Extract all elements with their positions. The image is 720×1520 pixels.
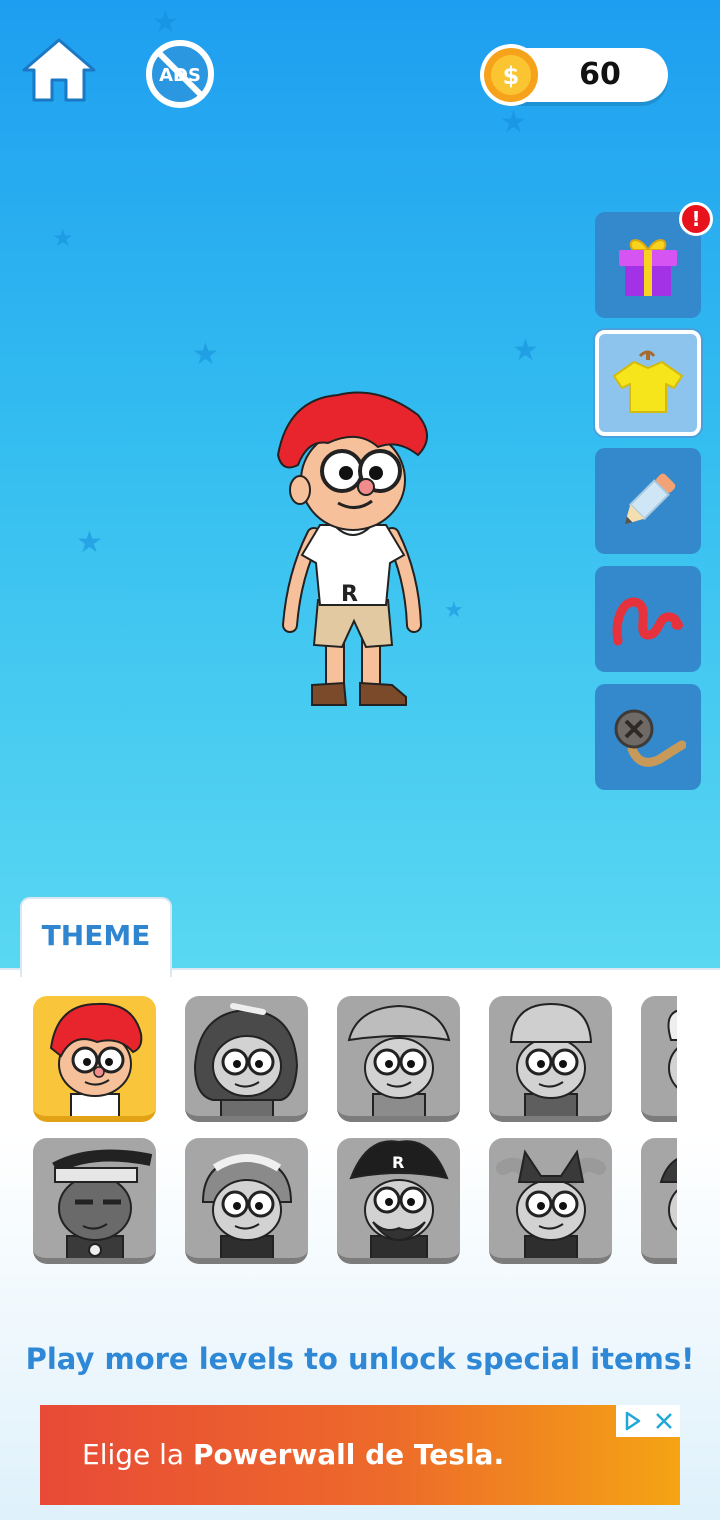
close-icon[interactable]: [648, 1405, 680, 1437]
shirt-icon: [613, 350, 683, 413]
coin-icon: $: [480, 44, 542, 106]
adchoices-icon[interactable]: [616, 1405, 648, 1437]
player-character: R: [276, 391, 428, 706]
pencil-button[interactable]: [595, 448, 701, 554]
avatar: [201, 1154, 293, 1258]
avatar: [659, 1158, 677, 1231]
ad-text-bold: Powerwall de Tesla.: [193, 1438, 505, 1471]
theme-item-maid[interactable]: [185, 1138, 308, 1264]
home-button[interactable]: [20, 34, 98, 106]
home-icon: [22, 38, 96, 102]
ad-text-prefix: Elige la: [82, 1438, 193, 1471]
avatar: [496, 1149, 606, 1258]
avatar: [667, 1009, 677, 1089]
theme-item-cat-girl[interactable]: [489, 1138, 612, 1264]
rope-icon: [614, 709, 686, 767]
tab-theme[interactable]: THEME: [20, 897, 172, 977]
ad-banner[interactable]: Elige la Powerwall de Tesla.: [40, 1405, 680, 1505]
pirate-hat-letter: R: [392, 1153, 404, 1172]
line-button[interactable]: [595, 566, 701, 672]
unlock-hint-text: Play more levels to unlock special items…: [25, 1342, 695, 1376]
star-decoration: ★: [52, 224, 74, 252]
coin-count: 60: [579, 57, 621, 92]
scribble-icon: [612, 597, 683, 646]
remove-ads-button[interactable]: ADS: [144, 38, 216, 110]
star-decoration: ★: [512, 333, 539, 368]
star-decoration: ★: [192, 337, 219, 372]
theme-item-cave-girl[interactable]: [185, 996, 308, 1122]
outfit-button[interactable]: [595, 330, 701, 436]
gift-icon: [619, 239, 677, 296]
avatar: [52, 1149, 153, 1258]
ad-choices: [616, 1405, 680, 1437]
theme-grid: R: [33, 996, 677, 1276]
avatar: R: [349, 1140, 449, 1258]
coin-symbol: $: [503, 62, 520, 90]
avatar: [509, 1002, 593, 1116]
ad-text: Elige la Powerwall de Tesla.: [82, 1405, 504, 1505]
theme-item-rapper[interactable]: [33, 1138, 156, 1264]
star-decoration: ★: [444, 598, 464, 623]
star-decoration: ★: [500, 105, 527, 140]
theme-item-builder[interactable]: [489, 996, 612, 1122]
avatar: [49, 1002, 143, 1116]
star-decoration: ★: [76, 525, 103, 560]
gift-button[interactable]: !: [595, 202, 713, 318]
shirt-letter: R: [341, 582, 358, 607]
coin-counter: $ 60: [480, 44, 668, 106]
notification-badge: !: [679, 202, 713, 236]
star-decoration: ★: [152, 5, 179, 40]
avatar: [347, 1004, 451, 1116]
avatar: [193, 1003, 299, 1116]
rope-button[interactable]: [595, 684, 701, 790]
no-ads-icon: ADS: [146, 40, 214, 108]
pencil-icon: [624, 473, 676, 525]
theme-item-chef[interactable]: [641, 996, 677, 1122]
theme-item-punk[interactable]: [641, 1138, 677, 1264]
theme-item-pirate[interactable]: R: [337, 1138, 460, 1264]
theme-item-red-hair-boy[interactable]: [33, 996, 156, 1122]
theme-item-explorer[interactable]: [337, 996, 460, 1122]
